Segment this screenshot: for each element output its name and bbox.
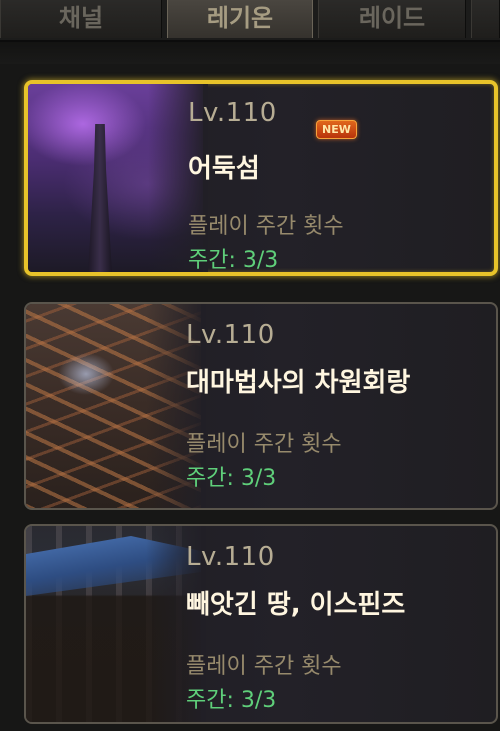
tab-label: 레기온 <box>206 3 274 32</box>
plays-label: 플레이 주간 횟수 <box>186 432 342 457</box>
tab-raid[interactable]: 레이드 <box>318 0 466 38</box>
dungeon-card-3[interactable]: Lv.110 빼앗긴 땅, 이스핀즈 플레이 주간 횟수 주간: 3/3 <box>24 524 498 724</box>
dungeon-info: Lv.110 빼앗긴 땅, 이스핀즈 플레이 주간 횟수 주간: 3/3 <box>186 526 496 722</box>
tab-channel[interactable]: 채널 <box>0 0 162 38</box>
dungeon-art-dark-island <box>28 84 208 272</box>
dungeon-info: Lv.110 대마법사의 차원회랑 플레이 주간 횟수 주간: 3/3 <box>186 304 496 508</box>
dungeon-art-archmage-corridor <box>26 304 206 508</box>
tab-legion[interactable]: 레기온 <box>167 0 313 38</box>
tab-divider <box>0 42 500 64</box>
plays-label: 플레이 주간 횟수 <box>186 654 342 679</box>
dungeon-info: Lv.110 NEW 어둑섬 플레이 주간 횟수 주간: 3/3 <box>188 84 494 272</box>
dungeon-card-1[interactable]: Lv.110 NEW 어둑섬 플레이 주간 횟수 주간: 3/3 <box>24 80 498 276</box>
weekly-count: 주간: 3/3 <box>186 466 277 491</box>
dungeon-name: 빼앗긴 땅, 이스핀즈 <box>186 590 406 620</box>
weekly-count: 주간: 3/3 <box>188 248 279 273</box>
tab-bar: 채널 레기온 레이드 <box>0 0 500 42</box>
tower-silhouette <box>88 124 112 272</box>
weekly-count: 주간: 3/3 <box>186 688 277 713</box>
tab-more[interactable] <box>471 0 500 38</box>
dungeon-art-ispins <box>26 526 206 722</box>
dungeon-level: Lv.110 <box>188 98 277 128</box>
plays-label: 플레이 주간 횟수 <box>188 214 344 239</box>
dungeon-name: 어둑섬 <box>188 154 260 184</box>
dungeon-card-2[interactable]: Lv.110 대마법사의 차원회랑 플레이 주간 횟수 주간: 3/3 <box>24 302 498 510</box>
dungeon-level: Lv.110 <box>186 542 275 572</box>
tab-label: 채널 <box>58 3 104 32</box>
dungeon-level: Lv.110 <box>186 320 275 350</box>
new-badge: NEW <box>316 120 357 139</box>
dungeon-name: 대마법사의 차원회랑 <box>186 368 411 398</box>
tab-label: 레이드 <box>358 3 426 32</box>
